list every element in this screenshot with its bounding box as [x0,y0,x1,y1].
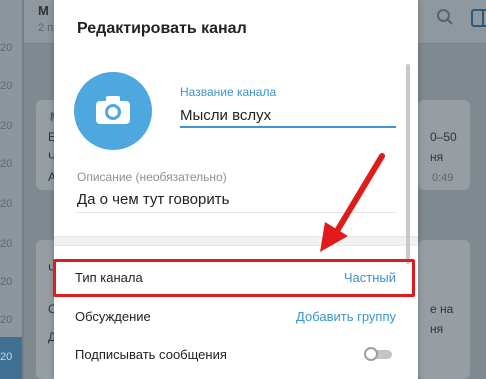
dialog-scrollbar[interactable] [406,64,410,264]
description-label: Описание (необязательно) [77,170,227,184]
pane-divider [22,0,24,379]
search-icon[interactable] [436,8,454,26]
message-text: 0–50 [430,130,457,144]
chat-time: 20 [0,80,13,92]
chat-title: М [38,3,49,18]
highlight-box [53,259,415,297]
channel-name-label: Название канала [180,85,277,99]
chat-time: 20 [0,158,13,170]
message-text: ня [430,150,444,164]
message-text: е на [430,302,454,316]
chat-list-sidebar: 20 20 20 20 20 20 20 20 20 [0,0,22,379]
chat-subtitle: 2 п [38,22,54,34]
dialog-title: Редактировать канал [77,20,247,37]
chat-time: 20 [0,238,13,250]
message-text: ня [430,322,444,336]
camera-icon [96,96,130,124]
sidebar-panel-icon[interactable] [470,8,486,28]
chat-time: 20 [0,314,13,326]
selected-chat-item[interactable]: 20 [0,337,22,379]
discussion-label: Обсуждение [75,309,151,324]
section-divider [54,236,418,246]
sign-messages-label: Подписывать сообщения [75,347,227,362]
sign-messages-toggle[interactable] [364,347,392,361]
chat-time: 20 [0,351,13,363]
chat-time: 20 [0,276,13,288]
add-group-link[interactable]: Добавить группу [296,309,396,324]
message-time: 0:49 [432,172,454,184]
chat-time: 20 [0,120,13,132]
chat-time: 20 [0,42,13,54]
channel-avatar-upload[interactable] [74,72,152,150]
channel-name-input[interactable] [180,104,396,128]
description-input[interactable] [77,187,396,213]
toggle-knob [364,347,378,361]
discussion-row[interactable]: Обсуждение Добавить группу [54,298,418,336]
chat-time: 20 [0,198,13,210]
edit-channel-dialog: Редактировать канал Название канала Опис… [54,0,418,379]
